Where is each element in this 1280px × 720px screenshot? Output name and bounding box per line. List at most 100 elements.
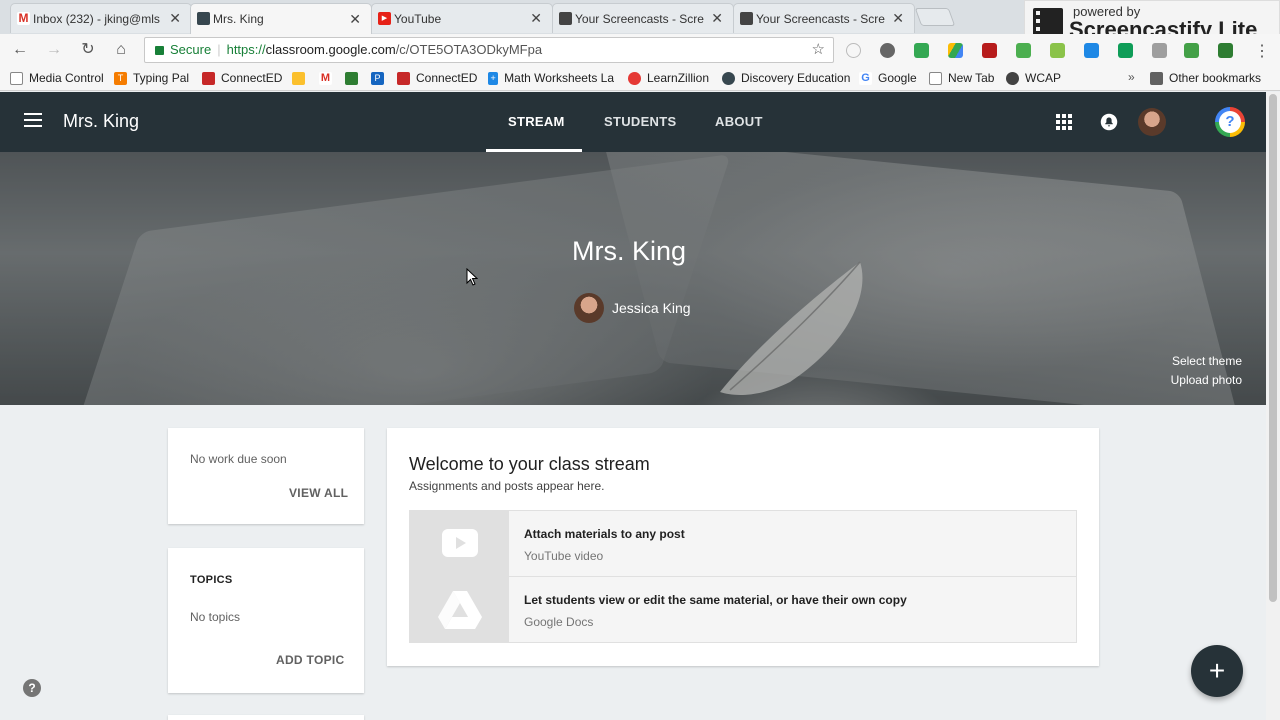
browser-tab-youtube[interactable]: ▶ YouTube ✕	[371, 3, 553, 33]
google-drive-icon[interactable]	[948, 43, 963, 58]
next-card-edge	[168, 715, 364, 720]
extension-icon[interactable]	[846, 43, 861, 58]
close-icon[interactable]: ✕	[711, 10, 723, 27]
folder-icon	[1150, 71, 1163, 85]
bookmark-icon: P	[371, 71, 384, 85]
extension-icon[interactable]	[1218, 43, 1233, 58]
youtube-play-icon	[442, 529, 478, 557]
select-theme-link[interactable]: Select theme	[1172, 354, 1242, 368]
close-icon[interactable]: ✕	[169, 10, 181, 27]
bookmark-google[interactable]: G Google	[859, 70, 917, 86]
feature-thumbnail	[410, 577, 509, 642]
feature-title: Attach materials to any post	[524, 527, 685, 541]
teacher-avatar	[574, 293, 604, 323]
menu-icon[interactable]	[24, 113, 42, 131]
bookmark-media-control[interactable]: Media Control	[10, 70, 104, 86]
screencastify-icon	[559, 12, 572, 25]
banner-class-title: Mrs. King	[571, 236, 687, 266]
upload-photo-link[interactable]: Upload photo	[1171, 373, 1242, 387]
power-icon[interactable]	[880, 43, 895, 58]
learnzillion-icon	[628, 71, 641, 85]
browser-tab-screencasts-1[interactable]: Your Screencasts - Scre ✕	[552, 3, 734, 33]
tab-about[interactable]: ABOUT	[715, 114, 763, 129]
forward-arrow-icon[interactable]: →	[44, 40, 64, 60]
bookmark-icon-only[interactable]	[345, 70, 364, 86]
page-scrollbar[interactable]	[1266, 92, 1280, 720]
page-icon	[929, 71, 942, 85]
tab-stream[interactable]: STREAM	[508, 114, 565, 129]
hangouts-icon[interactable]	[1118, 43, 1133, 58]
extension-icon[interactable]	[914, 43, 929, 58]
home-icon[interactable]: ⌂	[111, 40, 131, 60]
url-path: /c/OTE5OTA3ODkyMFpa	[395, 42, 543, 57]
feature-title: Let students view or edit the same mater…	[524, 593, 907, 607]
browser-tab-screencasts-2[interactable]: Your Screencasts - Scre ✕	[733, 3, 915, 33]
globe-icon	[722, 71, 735, 85]
classroom-share-icon[interactable]	[1184, 43, 1199, 58]
bookmarks-overflow-button[interactable]: »	[1128, 70, 1135, 84]
url-host: classroom.google.com	[265, 42, 396, 57]
welcome-subtitle: Assignments and posts appear here.	[409, 479, 605, 493]
view-all-button[interactable]: VIEW ALL	[289, 486, 348, 500]
topics-heading: TOPICS	[190, 574, 233, 586]
apps-grid-icon[interactable]	[1056, 114, 1072, 130]
gmail-icon: M	[319, 71, 332, 85]
close-icon[interactable]: ✕	[892, 10, 904, 27]
gmail-icon: M	[17, 11, 30, 25]
upcoming-card: No work due soon VIEW ALL	[168, 428, 364, 524]
feature-youtube: Attach materials to any post YouTube vid…	[409, 510, 1077, 577]
close-icon[interactable]: ✕	[530, 10, 542, 27]
bookmark-discovery-education[interactable]: Discovery Education	[722, 70, 850, 86]
bookmark-wcap[interactable]: WCAP	[1006, 70, 1061, 86]
bookmarks-bar: Media Control T Typing Pal ConnectED M P …	[0, 66, 1280, 91]
help-circle-icon[interactable]: ?	[23, 679, 41, 697]
teacher-name: Jessica King	[612, 300, 691, 316]
extension-icon[interactable]	[1152, 43, 1167, 58]
connected-icon	[397, 71, 410, 85]
url-scheme: https://	[226, 42, 266, 57]
browser-tab-gmail[interactable]: M Inbox (232) - jking@mls ✕	[10, 3, 192, 33]
more-vert-icon[interactable]: ⋮	[1254, 41, 1270, 61]
secure-label: Secure	[170, 42, 212, 57]
help-icon[interactable]: ?	[1215, 107, 1245, 137]
scrollbar-thumb[interactable]	[1269, 94, 1277, 602]
bookmark-new-tab[interactable]: New Tab	[929, 70, 994, 86]
reload-icon[interactable]: ↻	[78, 40, 98, 60]
bookmark-icon-only[interactable]: P	[371, 70, 390, 86]
tab-title: YouTube	[394, 11, 442, 26]
bookmark-connected[interactable]: ConnectED	[202, 70, 282, 86]
account-avatar[interactable]	[1138, 108, 1166, 136]
tab-students[interactable]: STUDENTS	[604, 114, 676, 129]
bookmark-typing-pal[interactable]: T Typing Pal	[114, 70, 189, 86]
bookmark-connected-2[interactable]: ConnectED	[397, 70, 477, 86]
other-bookmarks[interactable]: Other bookmarks	[1150, 70, 1261, 86]
bookmark-star-icon[interactable]: ☆	[812, 38, 825, 62]
upcoming-status: No work due soon	[190, 452, 287, 466]
feature-subtitle: Google Docs	[524, 615, 594, 629]
class-banner: Mrs. King Jessica King Select theme Uplo…	[0, 152, 1266, 405]
translate-icon[interactable]	[1084, 43, 1099, 58]
create-post-fab[interactable]: +	[1191, 645, 1243, 697]
close-icon[interactable]: ✕	[349, 11, 361, 28]
bookmark-math-worksheets[interactable]: + Math Worksheets La	[488, 70, 614, 86]
screencastify-icon[interactable]	[982, 43, 997, 58]
bookmark-icon	[345, 71, 358, 85]
address-bar[interactable]: Secure | https://classroom.google.com/c/OT…	[144, 37, 834, 63]
class-name-title[interactable]: Mrs. King	[63, 111, 139, 132]
new-tab-button[interactable]	[914, 8, 956, 26]
lock-icon	[155, 46, 164, 55]
bookmark-learnzillion[interactable]: LearnZillion	[628, 70, 709, 86]
tab-title: Mrs. King	[213, 12, 264, 26]
classroom-icon	[197, 12, 210, 25]
back-arrow-icon[interactable]: ←	[10, 40, 30, 60]
extension-icon[interactable]	[1050, 43, 1065, 58]
browser-tab-classroom[interactable]: Mrs. King ✕	[190, 3, 372, 34]
topics-card: TOPICS No topics ADD TOPIC	[168, 548, 364, 693]
notifications-bell-icon[interactable]	[1100, 113, 1118, 131]
add-topic-button[interactable]: ADD TOPIC	[276, 653, 344, 667]
bookmark-icon	[292, 71, 305, 85]
extension-icon[interactable]	[1016, 43, 1031, 58]
google-drive-icon	[438, 591, 482, 629]
bookmark-gmail[interactable]: M	[319, 70, 338, 86]
bookmark-icon-only[interactable]	[292, 70, 311, 86]
